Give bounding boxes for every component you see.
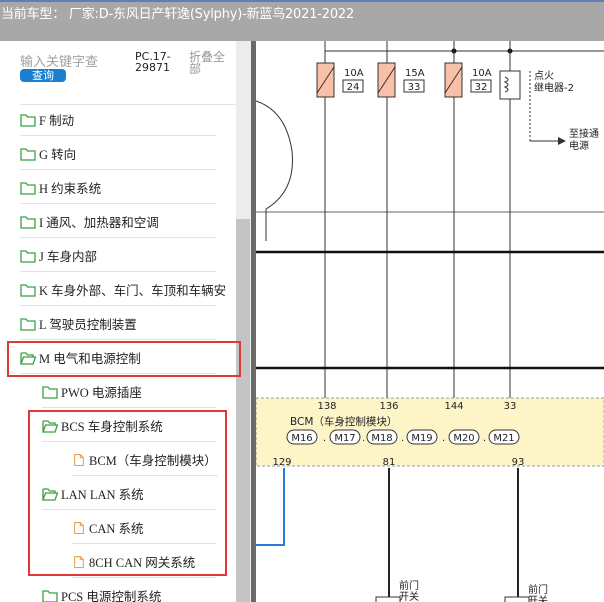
wiring-diagram: 10A 24 15A 33 10A 32 点火 继电器-2 至接通 电源 138… bbox=[256, 41, 604, 602]
title-bar: 当前车型： 厂家:D-东风日产轩逸(Sylphy)-新蓝鸟2021-2022 bbox=[0, 0, 604, 41]
tree-item-label: M 电气和电源控制 bbox=[39, 352, 141, 366]
vehicle-title: 当前车型： 厂家:D-东风日产轩逸(Sylphy)-新蓝鸟2021-2022 bbox=[1, 7, 355, 22]
bcm-pin-top-2: 136 bbox=[379, 401, 398, 412]
tree-item-label: G 转向 bbox=[39, 148, 77, 162]
title-accent-line bbox=[0, 0, 604, 2]
bcm-connector-6: M21 bbox=[493, 433, 514, 444]
fuse-2 bbox=[377, 62, 396, 98]
tree-item-m[interactable]: M 电气和电源控制 bbox=[20, 341, 216, 374]
folder-icon bbox=[20, 181, 36, 195]
bcm-pin-bottom-1: 129 bbox=[272, 457, 291, 468]
folder-icon bbox=[20, 317, 36, 331]
tree-item-l[interactable]: L 驾驶员控制装置 bbox=[20, 307, 216, 340]
folder-open-icon bbox=[20, 351, 36, 365]
folder-icon bbox=[20, 113, 36, 127]
fuse-3 bbox=[444, 62, 463, 98]
fuse-1-rating: 10A bbox=[344, 68, 364, 79]
tree-item-bcs[interactable]: BCS 车身控制系统 bbox=[42, 409, 216, 442]
folder-icon bbox=[20, 147, 36, 161]
folder-icon bbox=[20, 215, 36, 229]
tree-item-j[interactable]: J 车身内部 bbox=[20, 239, 216, 272]
wiring-diagram-canvas: 10A 24 15A 33 10A 32 点火 继电器-2 至接通 电源 138… bbox=[256, 41, 604, 602]
document-icon bbox=[74, 521, 84, 534]
folder-icon bbox=[42, 385, 58, 399]
sidebar: 查询 PC.17-29871 折叠全部 F 制动 G 转向 H 约束系统 I 通… bbox=[0, 41, 252, 602]
tree-item-i[interactable]: I 通风、加热器和空调 bbox=[20, 205, 216, 238]
tree-item-f[interactable]: F 制动 bbox=[20, 103, 216, 136]
fuse-1-number: 24 bbox=[347, 82, 360, 93]
svg-text:.: . bbox=[483, 433, 486, 444]
fuse-2-rating: 15A bbox=[405, 68, 425, 79]
tree-item-label: CAN 系统 bbox=[89, 522, 144, 536]
folder-icon bbox=[20, 283, 36, 297]
bcm-pin-bottom-2: 81 bbox=[383, 457, 396, 468]
tree-item-g[interactable]: G 转向 bbox=[20, 137, 216, 170]
svg-text:.: . bbox=[401, 433, 404, 444]
tree-item-label: F 制动 bbox=[39, 114, 75, 128]
category-tree: F 制动 G 转向 H 约束系统 I 通风、加热器和空调 J 车身内部 K 车身… bbox=[0, 41, 242, 602]
bcm-connector-1: M16 bbox=[291, 433, 312, 444]
tree-item-label: J 车身内部 bbox=[39, 250, 97, 264]
tree-item-pwo[interactable]: PWO 电源插座 bbox=[42, 375, 216, 408]
svg-text:.: . bbox=[323, 433, 326, 444]
sidebar-scrollbar-thumb[interactable] bbox=[236, 219, 250, 602]
folder-open-icon bbox=[42, 487, 58, 501]
tree-item-8ch-can[interactable]: 8CH CAN 网关系统 bbox=[72, 545, 216, 578]
bcm-connector-4: M19 bbox=[411, 433, 432, 444]
tree-item-label: L 驾驶员控制装置 bbox=[39, 318, 137, 332]
svg-text:.: . bbox=[362, 433, 365, 444]
tree-item-can[interactable]: CAN 系统 bbox=[72, 511, 216, 544]
tree-item-label: H 约束系统 bbox=[39, 182, 102, 196]
bcm-pin-top-3: 144 bbox=[444, 401, 463, 412]
tree-item-label: LAN LAN 系统 bbox=[61, 488, 144, 502]
arrow-label-1: 至接通 bbox=[569, 127, 599, 140]
folder-open-icon bbox=[42, 419, 58, 433]
bcm-connector-2: M17 bbox=[334, 433, 355, 444]
bcm-connector-5: M20 bbox=[453, 433, 474, 444]
document-icon bbox=[74, 453, 84, 466]
folder-icon bbox=[20, 249, 36, 263]
svg-text:.: . bbox=[442, 433, 445, 444]
tree-item-h[interactable]: H 约束系统 bbox=[20, 171, 216, 204]
switch-2-label-2: 开关 bbox=[528, 594, 548, 602]
document-icon bbox=[74, 555, 84, 568]
relay-label-1: 点火 bbox=[534, 70, 554, 82]
tree-item-bcm[interactable]: BCM（车身控制模块） bbox=[72, 443, 218, 476]
bcm-pin-top-1: 138 bbox=[317, 401, 336, 412]
fuse-1 bbox=[316, 62, 335, 98]
arrow-label-2: 电源 bbox=[569, 139, 589, 152]
tree-item-label: BCS 车身控制系统 bbox=[61, 420, 163, 434]
fuse-3-number: 32 bbox=[475, 82, 488, 93]
relay-label-2: 继电器-2 bbox=[534, 81, 574, 94]
bcm-pin-bottom-3: 93 bbox=[512, 457, 525, 468]
tree-item-label: PCS 电源控制系统 bbox=[61, 590, 162, 602]
switch-1-label-1: 前门 bbox=[399, 579, 419, 592]
fuse-3-rating: 10A bbox=[472, 68, 492, 79]
tree-item-lan[interactable]: LAN LAN 系统 bbox=[42, 477, 216, 510]
switch-1-label-2: 开关 bbox=[399, 590, 419, 602]
bcm-title: BCM（车身控制模块） bbox=[290, 415, 397, 428]
fuse-2-number: 33 bbox=[408, 82, 421, 93]
switch-2-label-1: 前门 bbox=[528, 583, 548, 596]
folder-icon bbox=[42, 589, 58, 602]
tree-item-label: PWO 电源插座 bbox=[61, 386, 142, 400]
tree-item-k[interactable]: K 车身外部、车门、车顶和车辆安 bbox=[20, 273, 236, 306]
tree-item-label: BCM（车身控制模块） bbox=[89, 454, 217, 468]
tree-item-pcs[interactable]: PCS 电源控制系统 bbox=[42, 579, 216, 602]
tree-item-label: 8CH CAN 网关系统 bbox=[89, 556, 196, 570]
bcm-pin-top-4: 33 bbox=[504, 401, 517, 412]
tree-item-label: I 通风、加热器和空调 bbox=[39, 216, 159, 230]
bcm-connector-3: M18 bbox=[371, 433, 392, 444]
tree-item-label: K 车身外部、车门、车顶和车辆安 bbox=[39, 284, 227, 298]
